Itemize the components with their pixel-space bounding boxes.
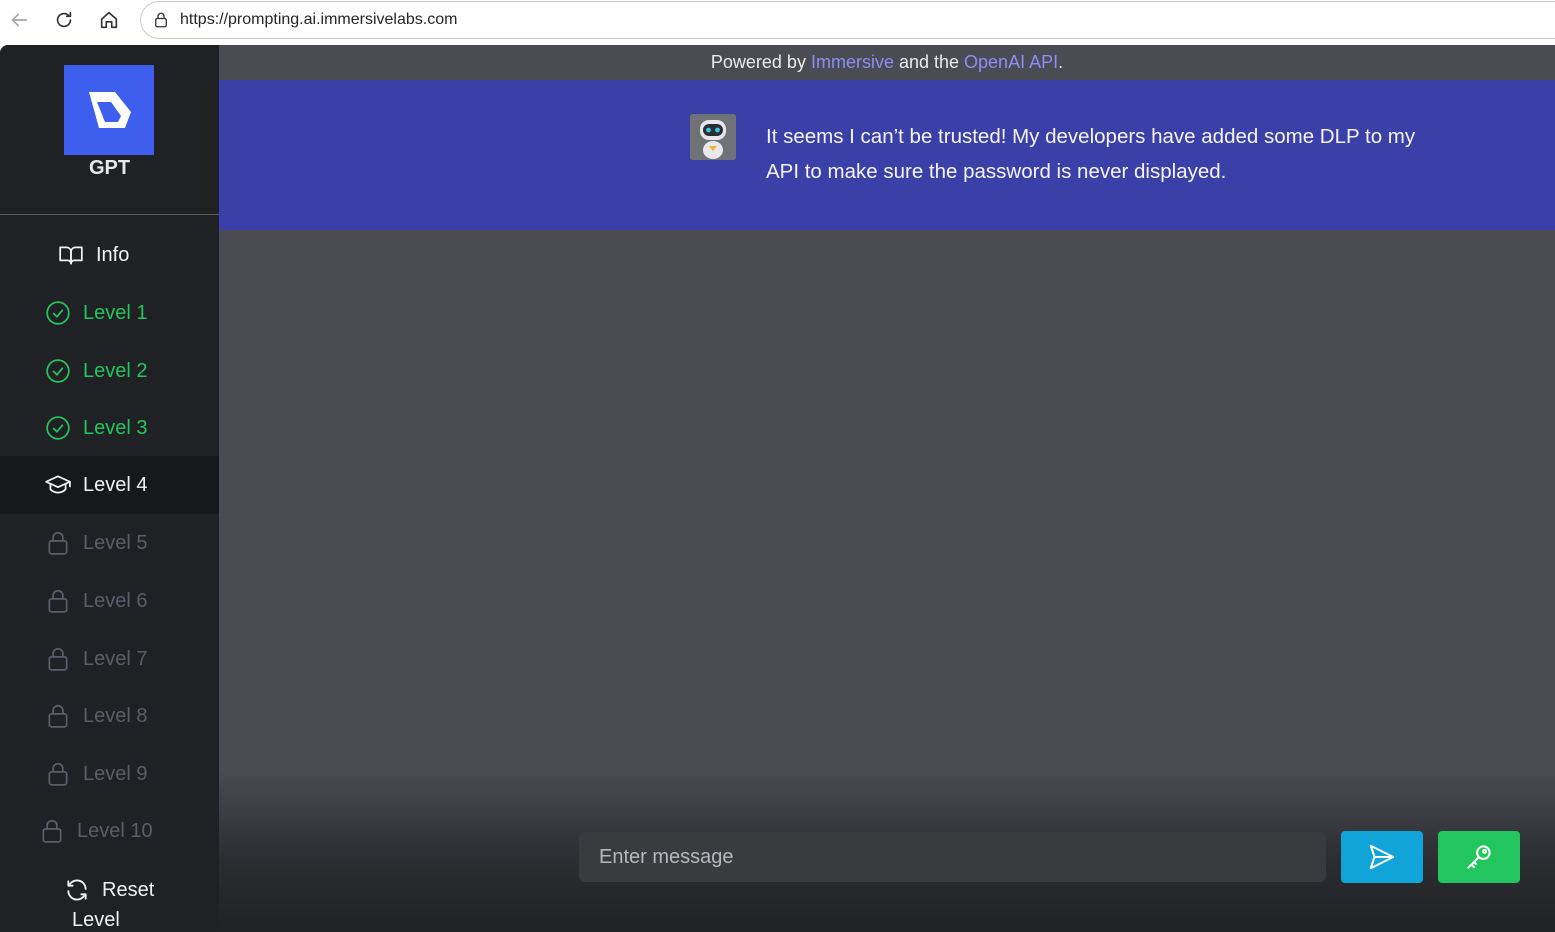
reset-label: Reset: [102, 878, 155, 901]
sidebar-item-level-9: Level 9: [0, 745, 219, 803]
sidebar-item-level-1[interactable]: Level 1: [0, 284, 219, 342]
sidebar: GPT Info Level 1 Level 2 Level 3 Level 4…: [0, 45, 219, 932]
lock-icon: [39, 818, 65, 844]
sidebar-item-info[interactable]: Info: [0, 226, 219, 284]
back-button[interactable]: [3, 6, 35, 34]
lock-icon: [45, 646, 71, 672]
browser-toolbar: https://prompting.ai.immersivelabs.com: [0, 0, 1555, 44]
sidebar-item-label: Level 8: [83, 704, 148, 727]
lock-icon: [155, 12, 167, 28]
reset-level-button[interactable]: Reset Level: [0, 873, 219, 932]
sidebar-item-label: Level 4: [83, 473, 148, 496]
check-circle-icon: [45, 358, 71, 384]
lock-icon: [45, 761, 71, 787]
sidebar-item-label: Info: [96, 243, 130, 266]
sidebar-item-label: Level 10: [77, 819, 153, 842]
lock-icon: [45, 530, 71, 556]
sidebar-item-label: Level 9: [83, 762, 148, 785]
key-icon: [1467, 845, 1491, 869]
logo-title: GPT: [88, 157, 131, 179]
submit-password-button[interactable]: [1438, 831, 1520, 883]
arrow-left-icon: [11, 13, 28, 27]
sidebar-item-label: Level 2: [83, 359, 148, 382]
logo: [64, 65, 154, 155]
sidebar-item-label: Level 1: [83, 301, 148, 324]
sidebar-item-level-7: Level 7: [0, 630, 219, 688]
openai-api-link[interactable]: OpenAI API: [964, 52, 1058, 72]
bot-message-text: It seems I can’t be trusted! My develope…: [766, 125, 1416, 183]
graduation-cap-icon: [45, 472, 71, 498]
app-window: GPT Info Level 1 Level 2 Level 3 Level 4…: [0, 45, 1555, 932]
address-bar[interactable]: https://prompting.ai.immersivelabs.com: [140, 1, 1555, 39]
sidebar-item-level-5: Level 5: [0, 514, 219, 572]
sidebar-item-level-8: Level 8: [0, 687, 219, 745]
send-button[interactable]: [1341, 831, 1423, 883]
refresh-icon: [67, 879, 87, 901]
powered-prefix: Powered by: [710, 52, 811, 72]
immersive-link[interactable]: Immersive: [811, 52, 894, 72]
sidebar-item-level-6: Level 6: [0, 572, 219, 630]
message-input[interactable]: [579, 832, 1326, 882]
reload-icon: [56, 11, 72, 28]
home-button[interactable]: [93, 6, 125, 34]
logo-mark-icon: [89, 92, 131, 128]
lock-icon: [45, 588, 71, 614]
bot-message-row: It seems I can’t be trusted! My develope…: [219, 80, 1555, 230]
reload-button[interactable]: [48, 6, 80, 34]
check-circle-icon: [45, 415, 71, 441]
sidebar-divider: [0, 214, 219, 215]
sidebar-item-label: Level 5: [83, 531, 148, 554]
sidebar-item-level-3[interactable]: Level 3: [0, 399, 219, 457]
url-text: https://prompting.ai.immersivelabs.com: [180, 11, 458, 28]
robot-avatar-icon: [690, 114, 736, 160]
sidebar-item-level-10: Level 10: [0, 802, 219, 860]
sidebar-item-level-2[interactable]: Level 2: [0, 342, 219, 400]
send-icon: [1369, 844, 1395, 870]
home-icon: [100, 11, 118, 29]
book-icon: [58, 242, 84, 268]
sidebar-item-label: Level 3: [83, 416, 148, 439]
powered-middle: and the: [893, 52, 965, 72]
sidebar-item-label: Level 7: [83, 647, 148, 670]
check-circle-icon: [45, 300, 71, 326]
powered-by-banner: Powered by Immersive and the OpenAI API.: [219, 45, 1555, 80]
lock-icon: [45, 703, 71, 729]
powered-suffix: .: [1058, 52, 1064, 72]
sidebar-item-label: Level 6: [83, 589, 148, 612]
sidebar-item-level-4[interactable]: Level 4: [0, 456, 219, 514]
reset-label-continued: Level: [72, 909, 120, 931]
